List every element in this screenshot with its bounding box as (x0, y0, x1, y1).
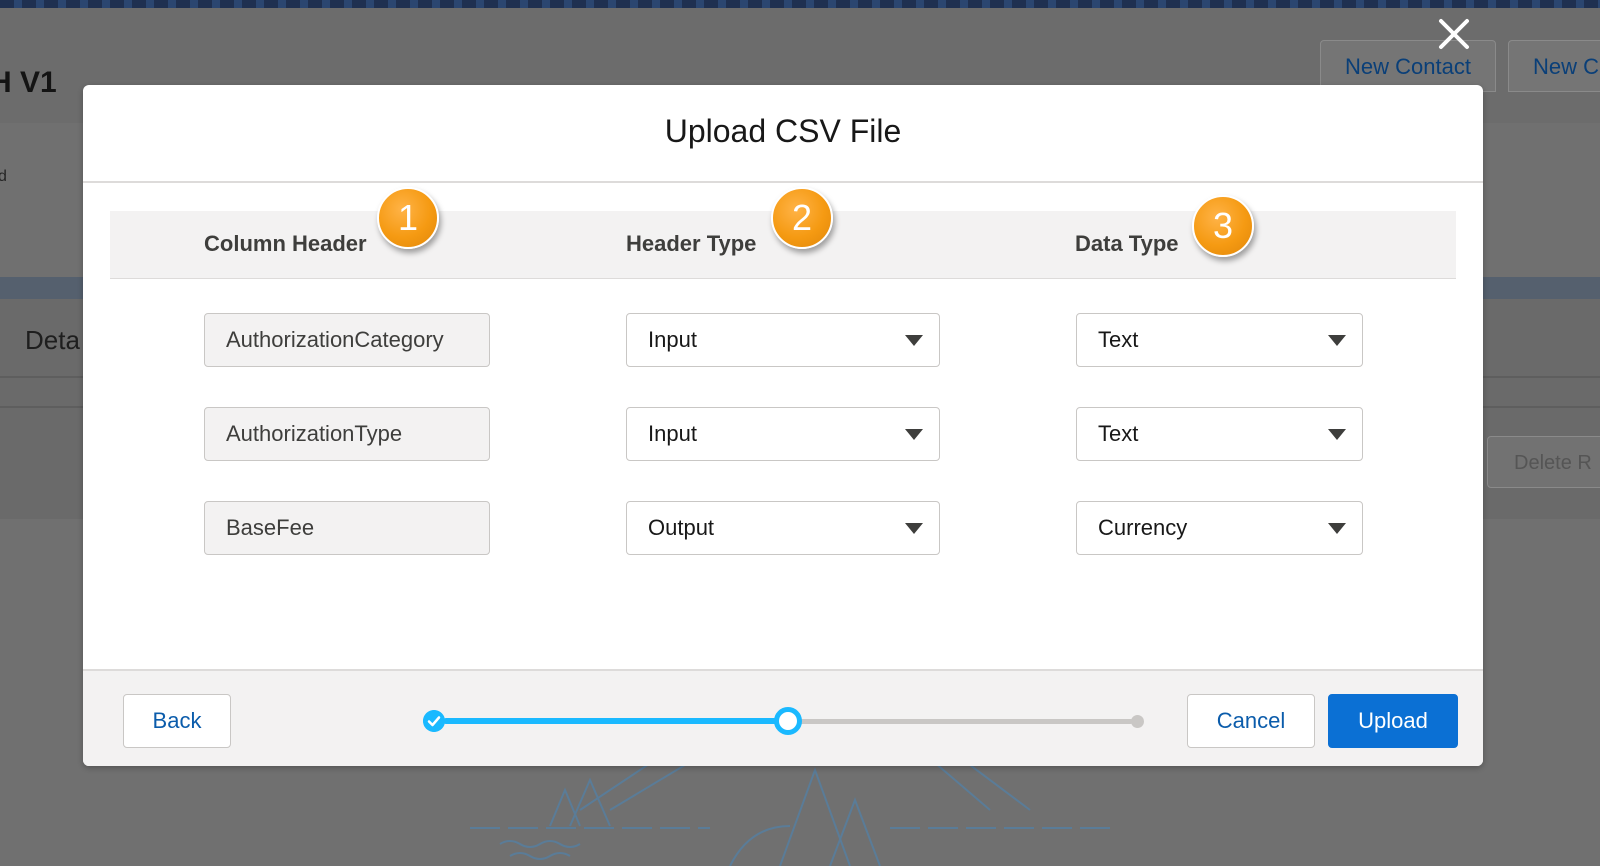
column-header-field: AuthorizationType (204, 407, 490, 461)
header-type-value: Input (648, 421, 697, 446)
chevron-down-icon (1328, 523, 1346, 534)
column-header-field: AuthorizationCategory (204, 313, 490, 367)
data-type-value: Text (1098, 421, 1139, 446)
column-header-field: BaseFee (204, 501, 490, 555)
close-icon[interactable] (1432, 12, 1476, 56)
progress-fill (443, 718, 788, 724)
upload-button[interactable]: Upload (1328, 694, 1458, 748)
modal-header: Upload CSV File (83, 85, 1483, 183)
delete-button[interactable]: Delete R (1487, 436, 1600, 488)
annotation-badge-1: 1 (377, 187, 439, 249)
top-pattern-strip (0, 0, 1600, 8)
chevron-down-icon (905, 429, 923, 440)
chevron-down-icon (905, 335, 923, 346)
check-icon[interactable] (423, 710, 445, 732)
progress-indicator (423, 705, 1233, 737)
chevron-down-icon (905, 523, 923, 534)
data-type-select[interactable]: Text (1076, 407, 1363, 461)
back-button[interactable]: Back (123, 694, 231, 748)
data-type-heading: Data Type (1075, 231, 1179, 256)
progress-step-future[interactable] (1131, 715, 1144, 728)
cancel-button[interactable]: Cancel (1187, 694, 1315, 748)
data-type-select[interactable]: Text (1076, 313, 1363, 367)
new-other-button[interactable]: New C (1508, 40, 1600, 92)
chevron-down-icon (1328, 335, 1346, 346)
header-type-value: Input (648, 327, 697, 352)
record-subtext: d (0, 168, 7, 185)
header-type-heading: Header Type (626, 231, 757, 256)
data-type-select[interactable]: Currency (1076, 501, 1363, 555)
modal-footer: Back Cancel Upload (83, 669, 1483, 766)
progress-step-current[interactable] (774, 707, 802, 735)
header-type-select[interactable]: Output (626, 501, 940, 555)
column-header-heading: Column Header (204, 231, 367, 256)
data-type-value: Text (1098, 327, 1139, 352)
data-type-value: Currency (1098, 515, 1188, 540)
header-type-select[interactable]: Input (626, 313, 940, 367)
chevron-down-icon (1328, 429, 1346, 440)
annotation-badge-2: 2 (771, 187, 833, 249)
header-type-value: Output (648, 515, 715, 540)
upload-csv-modal: Upload CSV File Column Header Header Typ… (83, 85, 1483, 766)
header-type-select[interactable]: Input (626, 407, 940, 461)
details-tab-label[interactable]: Deta (25, 325, 80, 356)
annotation-badge-3: 3 (1192, 195, 1254, 257)
record-title: H V1 (0, 66, 57, 99)
modal-title: Upload CSV File (664, 112, 902, 149)
